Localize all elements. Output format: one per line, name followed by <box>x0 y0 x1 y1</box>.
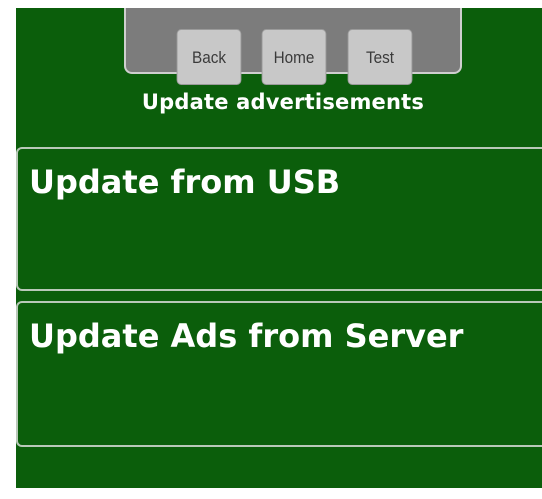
page-title: Update advertisements <box>141 90 425 114</box>
home-button[interactable]: Home <box>261 29 327 85</box>
screen: Back Home Test Update advertisements Upd… <box>0 0 542 499</box>
test-button[interactable]: Test <box>347 29 413 85</box>
back-button[interactable]: Back <box>176 29 242 85</box>
update-from-usb-button[interactable]: Update from USB <box>16 147 542 291</box>
update-ads-from-server-button[interactable]: Update Ads from Server <box>16 301 542 447</box>
update-from-usb-label: Update from USB <box>29 163 341 201</box>
update-ads-from-server-label: Update Ads from Server <box>29 317 464 355</box>
